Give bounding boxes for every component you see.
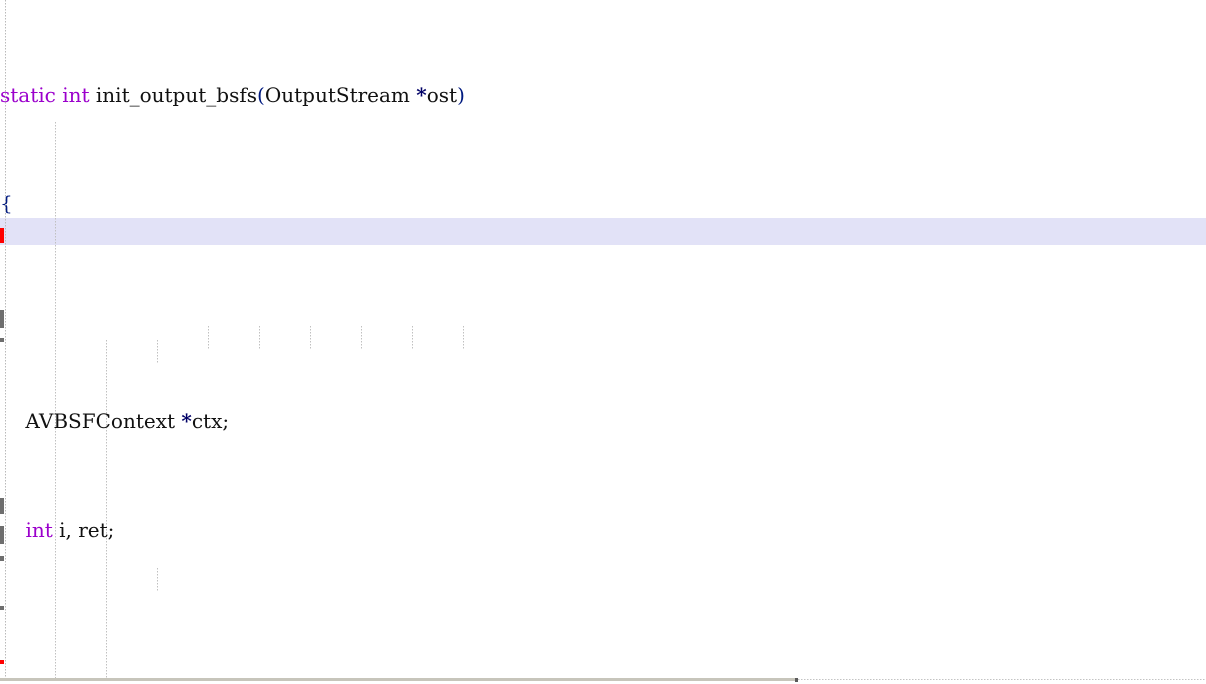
token-text: init_output_bsfs <box>89 82 258 107</box>
scrollbar-tick <box>795 678 798 682</box>
code-text[interactable]: static int init_output_bsfs(OutputStream… <box>0 0 878 678</box>
token-text: ost <box>426 82 458 107</box>
code-line[interactable] <box>0 299 878 326</box>
scrollbar-thumb[interactable] <box>0 678 795 681</box>
token-keyword: int <box>25 517 53 542</box>
code-line[interactable]: AVBSFContext *ctx; <box>0 408 878 435</box>
gutter-track <box>5 0 6 678</box>
token-operator: * <box>416 82 427 107</box>
change-marker[interactable] <box>0 526 4 544</box>
token-text: OutputStream <box>264 82 417 107</box>
change-marker[interactable] <box>0 498 4 514</box>
error-marker[interactable] <box>0 228 4 243</box>
token-punct: ) <box>457 82 465 107</box>
horizontal-scrollbar[interactable] <box>0 678 1206 684</box>
change-marker[interactable] <box>0 338 4 342</box>
change-marker[interactable] <box>0 556 4 561</box>
code-editor[interactable]: static int init_output_bsfs(OutputStream… <box>0 0 1206 684</box>
token-punct: ( <box>257 82 265 107</box>
token-keyword: static int <box>0 82 90 107</box>
change-marker[interactable] <box>0 310 4 328</box>
code-line[interactable]: int i, ret; <box>0 517 878 544</box>
token-operator: * <box>181 409 192 433</box>
code-surface[interactable]: static int init_output_bsfs(OutputStream… <box>0 0 1206 678</box>
code-line[interactable]: { <box>0 190 878 217</box>
token-text: i, ret; <box>52 517 115 542</box>
code-line[interactable] <box>0 626 878 653</box>
token-text: AVBSFContext <box>0 409 182 433</box>
token-text: ctx; <box>191 409 230 433</box>
error-marker[interactable] <box>0 660 4 664</box>
change-marker[interactable] <box>0 606 4 610</box>
gutter-marker-strip[interactable] <box>0 0 4 678</box>
code-line[interactable]: static int init_output_bsfs(OutputStream… <box>0 82 878 109</box>
